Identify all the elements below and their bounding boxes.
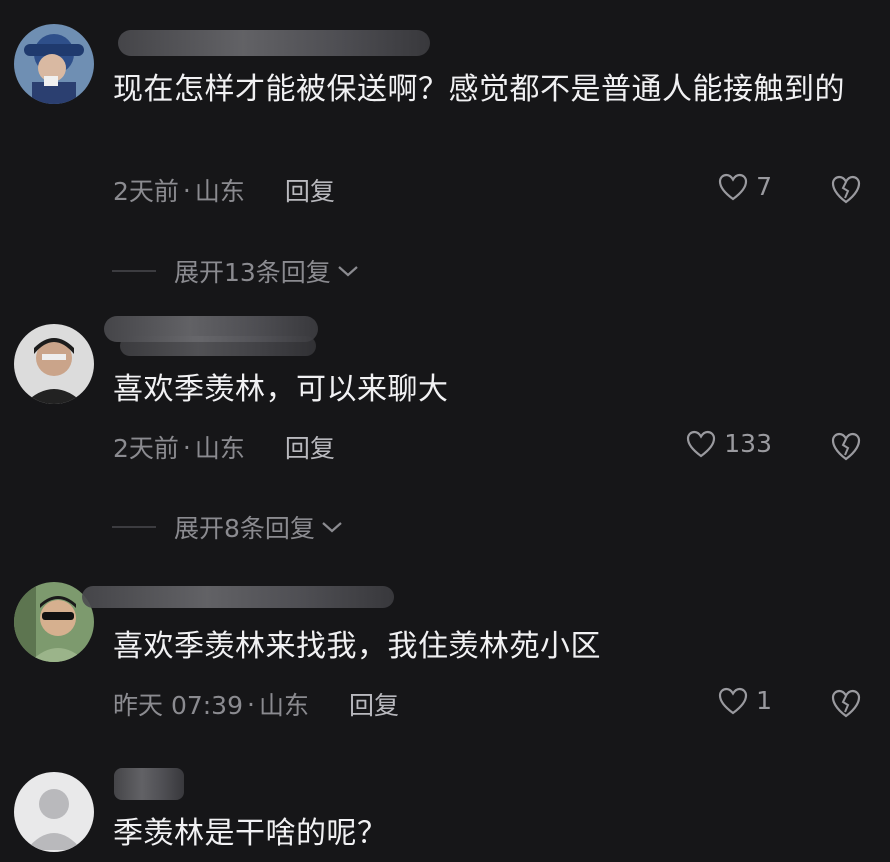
heart-outline-icon [687,430,716,457]
heart-outline-icon [718,687,748,714]
avatar[interactable] [14,772,94,852]
heart-outline-icon [718,173,748,200]
comment-location: 山东 [194,177,245,206]
meta-separator: · [182,175,191,205]
username-redacted [82,586,394,608]
chevron-down-icon [322,522,342,533]
expand-replies-label: 展开13条回复 [174,258,331,287]
comment-location: 山东 [258,691,309,720]
dislike-button[interactable] [830,174,862,204]
avatar[interactable] [14,24,94,104]
meta-separator: · [182,432,191,462]
meta-separator: · [247,689,255,719]
comment-meta: 2天前 · 山东 回复 [113,429,335,465]
username-redacted [114,768,184,800]
expand-replies-label: 展开8条回复 [174,514,315,543]
dislike-button[interactable] [830,688,862,718]
comment-text: 喜欢季羡林来找我，我住羡林苑小区 [113,629,601,664]
expand-replies-button[interactable]: 展开13条回复 [112,253,359,289]
broken-heart-icon [831,175,861,204]
broken-heart-icon [831,689,861,718]
comment-location: 山东 [194,434,245,463]
like-count: 1 [756,686,772,715]
comment-time: 2天前 [113,434,179,463]
chevron-down-icon [338,266,358,277]
username-redacted [118,30,430,56]
expand-replies-button[interactable]: 展开8条回复 [112,509,343,545]
like-button[interactable]: 7 [718,172,772,201]
comment-time: 2天前 [113,177,179,206]
broken-heart-icon [831,432,861,461]
divider-line [112,270,156,272]
comment-meta: 昨天 07:39 · 山东 回复 [113,686,399,722]
comment-time: 昨天 07:39 [113,691,243,720]
dislike-button[interactable] [830,431,862,461]
username-redacted [120,336,316,356]
comment-text: 现在怎样才能被保送啊？感觉都不是普通人能接触到的 [113,72,845,107]
reply-button[interactable]: 回复 [285,429,335,465]
comment-text: 季羡林是干啥的呢？ [113,816,388,851]
like-button[interactable]: 1 [718,686,772,715]
avatar[interactable] [14,324,94,404]
divider-line [112,526,156,528]
reply-button[interactable]: 回复 [285,172,335,208]
comment-meta: 2天前 · 山东 回复 [113,172,335,208]
like-button[interactable]: 133 [686,429,772,458]
like-count: 7 [756,172,772,201]
reply-button[interactable]: 回复 [349,686,399,722]
like-count: 133 [724,429,772,458]
comment-text: 喜欢季羡林，可以来聊大 [113,372,449,407]
